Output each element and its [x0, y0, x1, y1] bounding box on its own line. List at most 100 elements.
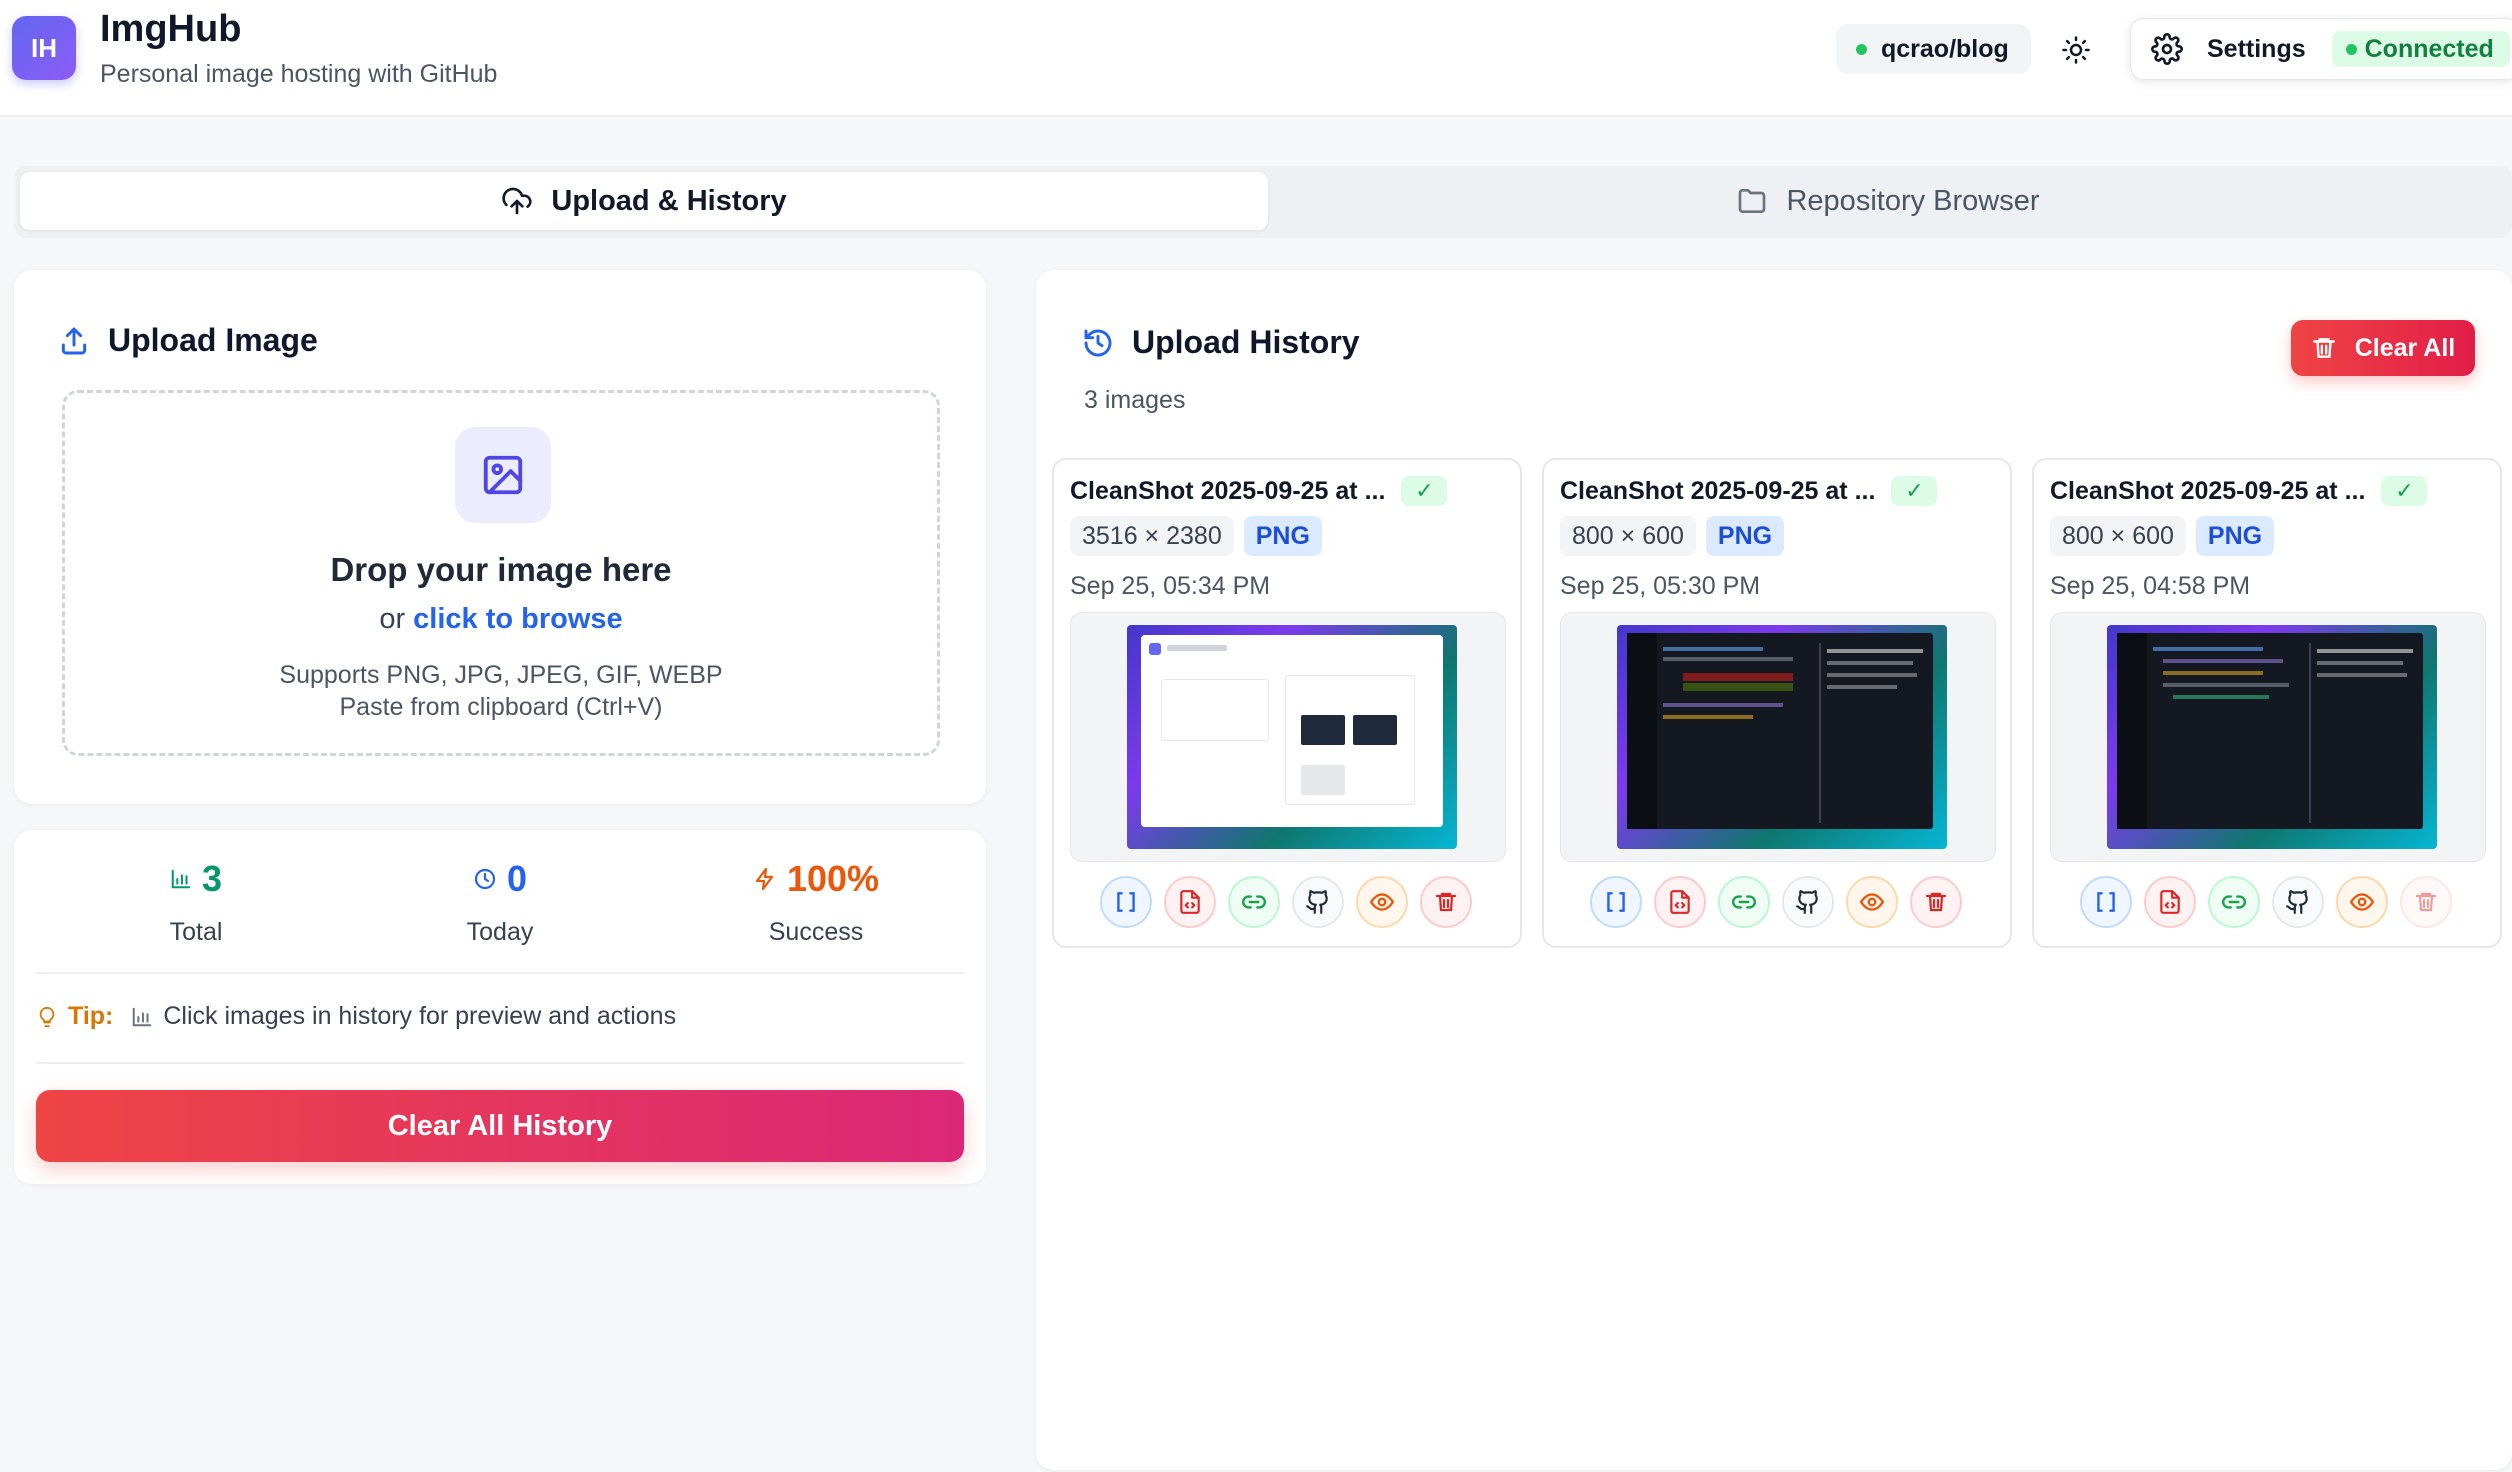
trash-icon [2414, 890, 2438, 914]
eye-icon [2349, 889, 2375, 915]
tab-upload-history-label: Upload & History [551, 184, 787, 217]
open-github-button[interactable] [2272, 876, 2324, 928]
gear-icon [2149, 31, 2185, 67]
image-format-badge: PNG [1705, 516, 1785, 556]
image-date: Sep 25, 05:34 PM [1070, 572, 1271, 600]
image-dimensions: 800 × 600 [1560, 516, 1696, 556]
copy-link-button[interactable] [2208, 876, 2260, 928]
stats-card: 3 Total 0 Today 100% Success Tip: Click [14, 830, 986, 1184]
upload-cloud-icon [501, 185, 533, 217]
copy-html-button[interactable] [1654, 876, 1706, 928]
upload-section-title: Upload Image [58, 322, 318, 359]
file-code-icon [1667, 889, 1693, 915]
history-item[interactable]: CleanShot 2025-09-25 at ... ✓ 800 × 600 … [2032, 458, 2502, 948]
copy-markdown-button[interactable] [2080, 876, 2132, 928]
upload-card: Upload Image Drop your image here or cli… [14, 270, 986, 804]
copy-link-button[interactable] [1718, 876, 1770, 928]
app-title: ImgHub [100, 8, 242, 50]
trash-icon [1924, 890, 1948, 914]
upload-title: Upload Image [108, 322, 318, 358]
browse-link[interactable]: click to browse [413, 603, 623, 635]
delete-button[interactable] [2400, 876, 2452, 928]
copy-link-button[interactable] [1228, 876, 1280, 928]
main-tabs: Upload & History Repository Browser [14, 166, 2512, 238]
theme-toggle-button[interactable] [2050, 24, 2102, 76]
history-section-title: Upload History [1082, 324, 1360, 361]
image-date: Sep 25, 05:30 PM [1560, 572, 1761, 600]
preview-button[interactable] [1846, 876, 1898, 928]
image-thumbnail[interactable] [1070, 612, 1506, 862]
image-date: Sep 25, 04:58 PM [2050, 572, 2251, 600]
link-icon [2221, 889, 2247, 915]
brackets-icon [1113, 889, 1139, 915]
history-count: 3 images [1084, 386, 1186, 414]
lightning-icon [753, 867, 777, 891]
repo-status-dot [1856, 43, 1867, 55]
stat-success-value: 100% [786, 858, 880, 899]
image-dropzone[interactable]: Drop your image here or click to browse … [62, 390, 940, 756]
copy-html-button[interactable] [1164, 876, 1216, 928]
image-dimensions: 800 × 600 [2050, 516, 2186, 556]
tip-text: Click images in history for preview and … [163, 1002, 677, 1030]
image-icon [455, 427, 551, 523]
repo-selector[interactable]: qcrao/blog [1836, 24, 2031, 74]
history-title: Upload History [1132, 324, 1360, 360]
clear-all-history-button[interactable]: Clear All History [36, 1090, 964, 1162]
supported-formats: Supports PNG, JPG, JPEG, GIF, WEBP [279, 661, 723, 689]
history-icon [1082, 327, 1114, 359]
connection-status-badge: Connected [2331, 31, 2510, 67]
folder-icon [1736, 185, 1768, 217]
settings-label: Settings [2207, 34, 2306, 63]
upload-success-badge: ✓ [1401, 476, 1448, 506]
bar-chart-icon [170, 868, 192, 890]
stat-total-label: Total [169, 918, 223, 946]
item-actions [1590, 876, 1962, 928]
github-icon [1795, 889, 1821, 915]
eye-icon [1369, 889, 1395, 915]
stat-success-label: Success [768, 918, 864, 946]
image-dimensions: 3516 × 2380 [1070, 516, 1234, 556]
tab-upload-history[interactable]: Upload & History [20, 172, 1268, 230]
delete-button[interactable] [1910, 876, 1962, 928]
settings-button[interactable]: Settings Connected [2130, 18, 2512, 80]
image-thumbnail[interactable] [1560, 612, 1996, 862]
image-format-badge: PNG [1243, 516, 1322, 556]
stats-divider-bottom [36, 1062, 964, 1064]
clear-all-label: Clear All [2354, 333, 2456, 362]
preview-button[interactable] [2336, 876, 2388, 928]
stat-total: 3 Total [76, 858, 316, 947]
open-github-button[interactable] [1782, 876, 1834, 928]
lightbulb-icon [36, 1005, 58, 1029]
image-filename: CleanShot 2025-09-25 at ... [2050, 476, 2366, 505]
copy-markdown-button[interactable] [1100, 876, 1152, 928]
delete-button[interactable] [1420, 876, 1472, 928]
tab-repository-browser[interactable]: Repository Browser [1270, 172, 2506, 230]
connection-dot [2345, 43, 2357, 55]
tip-row: Tip: Click images in history for preview… [36, 1002, 676, 1031]
stat-today-label: Today [466, 918, 534, 946]
repo-name: qcrao/blog [1881, 34, 2009, 63]
image-filename: CleanShot 2025-09-25 at ... [1070, 476, 1386, 505]
history-item[interactable]: CleanShot 2025-09-25 at ... ✓ 800 × 600 … [1542, 458, 2012, 948]
history-item[interactable]: CleanShot 2025-09-25 at ... ✓ 3516 × 238… [1052, 458, 1522, 948]
paste-hint: Paste from clipboard (Ctrl+V) [339, 693, 663, 721]
history-card: Upload History Clear All 3 images CleanS… [1036, 270, 2512, 1470]
stat-total-value: 3 [201, 858, 223, 899]
tip-label: Tip: [68, 1002, 114, 1030]
image-thumbnail[interactable] [2050, 612, 2486, 862]
image-filename: CleanShot 2025-09-25 at ... [1560, 476, 1876, 505]
stat-today-value: 0 [506, 858, 528, 899]
file-code-icon [2157, 889, 2183, 915]
sun-icon [2061, 35, 2091, 65]
stat-success: 100% Success [696, 858, 936, 947]
link-icon [1241, 889, 1267, 915]
clear-all-button[interactable]: Clear All [2291, 320, 2475, 376]
app-header: IH ImgHub Personal image hosting with Gi… [0, 0, 2512, 117]
copy-html-button[interactable] [2144, 876, 2196, 928]
open-github-button[interactable] [1292, 876, 1344, 928]
preview-button[interactable] [1356, 876, 1408, 928]
copy-markdown-button[interactable] [1590, 876, 1642, 928]
app-logo: IH [12, 16, 76, 80]
upload-success-badge: ✓ [2381, 476, 2428, 506]
eye-icon [1859, 889, 1885, 915]
